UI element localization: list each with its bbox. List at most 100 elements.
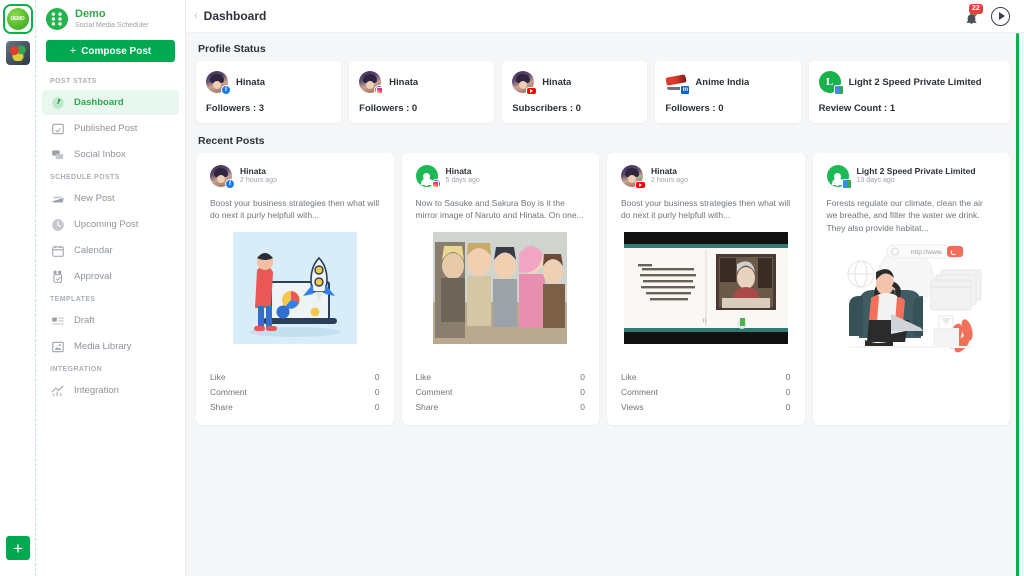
- sidebar-item-label: Upcoming Post: [74, 219, 139, 230]
- google-business-icon: [833, 85, 844, 95]
- stat-value: 0: [374, 402, 380, 413]
- post-text: Forests regulate our climate, clean the …: [826, 198, 983, 233]
- sidebar-item-draft[interactable]: Draft: [42, 308, 179, 333]
- laptop-rocket-illustration: [210, 231, 380, 344]
- sidebar: Demo Social Media Scheduler + Compose Po…: [36, 0, 186, 576]
- recent-posts-row: f Hinata 2 hours ago Boost your business…: [196, 153, 1010, 425]
- approval-icon: [50, 269, 65, 284]
- sidebar-item-label: Media Library: [74, 341, 132, 352]
- stat-label: Comment: [210, 387, 247, 398]
- main-area: ‹ Dashboard 22 Profile Status f Hinata F…: [186, 0, 1024, 576]
- woman-laptop-illustration: http://www.: [827, 243, 997, 356]
- avatar: f: [206, 71, 231, 95]
- published-post-icon: [50, 121, 65, 136]
- post-time: 5 days ago: [445, 177, 480, 185]
- stat-row: Comment 0: [416, 385, 586, 400]
- instagram-icon: [374, 85, 385, 95]
- profile-card-instagram[interactable]: Hinata Followers : 0: [349, 61, 495, 123]
- post-text: Boost your business strategies then what…: [621, 198, 791, 221]
- page-title: Dashboard: [203, 9, 267, 23]
- nav-section-integration: INTEGRATION: [50, 366, 103, 373]
- post-stats: [827, 405, 997, 415]
- post-stats: Like 0 Comment 0 Share 0: [416, 360, 586, 415]
- svg-text:11: 11: [702, 319, 707, 324]
- profile-card-youtube[interactable]: Hinata Subscribers : 0: [502, 61, 648, 123]
- post-stats: Like 0 Comment 0 Share 0: [210, 360, 380, 415]
- workspace-demo[interactable]: DEMO: [2, 4, 33, 34]
- calendar-icon: [50, 243, 65, 258]
- post-card[interactable]: Hinata 5 days ago Now to Sasuke and Saku…: [401, 153, 599, 425]
- stat-row: Views 0: [621, 400, 791, 415]
- stat-label: Comment: [621, 387, 658, 398]
- stat-value: 0: [785, 372, 791, 383]
- profile-status-row: f Hinata Followers : 3 Hinata Followers …: [196, 61, 1011, 123]
- stat-value: 0: [580, 402, 585, 413]
- profile-status-title: Profile Status: [198, 43, 266, 55]
- avatar: [826, 165, 852, 189]
- sidebar-item-integration[interactable]: Integration: [42, 378, 179, 403]
- post-author: Hinata: [651, 165, 677, 176]
- brand-subtitle: Social Media Scheduler: [75, 21, 149, 29]
- notification-bell-button[interactable]: 22: [965, 4, 983, 25]
- scrollbar-thumb[interactable]: [1016, 33, 1019, 576]
- facebook-icon: f: [225, 179, 235, 189]
- notification-count-badge: 22: [969, 4, 983, 17]
- sidebar-item-label: Approval: [74, 271, 112, 282]
- clock-icon: [50, 217, 65, 232]
- profile-card-linkedin[interactable]: in Anime India Followers : 0: [655, 61, 801, 123]
- sidebar-item-approval[interactable]: Approval: [42, 264, 179, 289]
- chevron-left-icon[interactable]: ‹: [192, 10, 204, 22]
- avatar: [512, 71, 538, 95]
- sidebar-item-media-library[interactable]: Media Library: [42, 334, 179, 359]
- profile-stat: Subscribers : 0: [512, 103, 581, 114]
- sidebar-item-label: Social Inbox: [74, 149, 126, 160]
- media-library-icon: [50, 339, 65, 354]
- sidebar-item-upcoming-post[interactable]: Upcoming Post: [42, 212, 179, 237]
- profile-name: Anime India: [695, 76, 750, 88]
- stat-label: Share: [210, 402, 233, 413]
- profile-stat: Followers : 3: [206, 103, 265, 114]
- post-author: Hinata: [445, 165, 472, 176]
- sidebar-item-new-post[interactable]: New Post: [42, 186, 179, 211]
- sidebar-item-dashboard[interactable]: Dashboard: [42, 90, 179, 115]
- anime-characters-photo: [416, 231, 586, 344]
- add-workspace-button[interactable]: +: [6, 536, 30, 560]
- sidebar-item-social-inbox[interactable]: Social Inbox: [42, 142, 179, 167]
- post-author: Light 2 Speed Private Limited: [856, 165, 976, 176]
- user-profile-button[interactable]: [991, 6, 1010, 26]
- post-text: Boost your business strategies then what…: [210, 198, 380, 221]
- youtube-icon: [635, 181, 646, 189]
- sidebar-item-label: Dashboard: [74, 97, 124, 108]
- dashboard-content: Profile Status f Hinata Followers : 3 Hi…: [186, 33, 1024, 576]
- avatar: [359, 71, 385, 95]
- profile-name: Hinata: [389, 76, 419, 88]
- post-card[interactable]: f Hinata 2 hours ago Boost your business…: [196, 153, 394, 425]
- vertical-scrollbar[interactable]: [1015, 33, 1020, 576]
- stat-label: Like: [621, 372, 637, 383]
- instagram-icon: [430, 179, 441, 189]
- stat-value: 0: [785, 402, 791, 413]
- profile-card-facebook[interactable]: f Hinata Followers : 3: [196, 61, 342, 123]
- workspace-rail: DEMO +: [0, 0, 36, 576]
- avatar: L: [818, 71, 844, 95]
- nav-section-post-stats: POST STATS: [50, 78, 97, 85]
- avatar: f: [210, 165, 235, 189]
- avatar: in: [665, 71, 691, 95]
- stat-value: 0: [785, 387, 791, 398]
- stat-label: Views: [621, 402, 644, 413]
- post-author: Hinata: [240, 165, 266, 176]
- brand-name: Demo: [75, 8, 106, 21]
- sidebar-item-label: Integration: [74, 385, 119, 396]
- brand: Demo Social Media Scheduler: [36, 0, 185, 34]
- post-card[interactable]: Light 2 Speed Private Limited 13 days ag…: [812, 153, 1010, 425]
- sidebar-item-calendar[interactable]: Calendar: [42, 238, 179, 263]
- compose-post-button[interactable]: + Compose Post: [46, 40, 175, 62]
- workspace-anime[interactable]: [5, 40, 31, 66]
- facebook-icon: f: [221, 85, 231, 95]
- profile-card-google-business[interactable]: L Light 2 Speed Private Limited Review C…: [808, 61, 1011, 123]
- profile-name: Hinata: [236, 76, 266, 88]
- sidebar-item-published-post[interactable]: Published Post: [42, 116, 179, 141]
- nav-section-schedule-posts: SCHEDULE POSTS: [50, 174, 120, 181]
- svg-text:http://www.: http://www.: [911, 249, 943, 256]
- post-card[interactable]: Hinata 2 hours ago Boost your business s…: [607, 153, 805, 425]
